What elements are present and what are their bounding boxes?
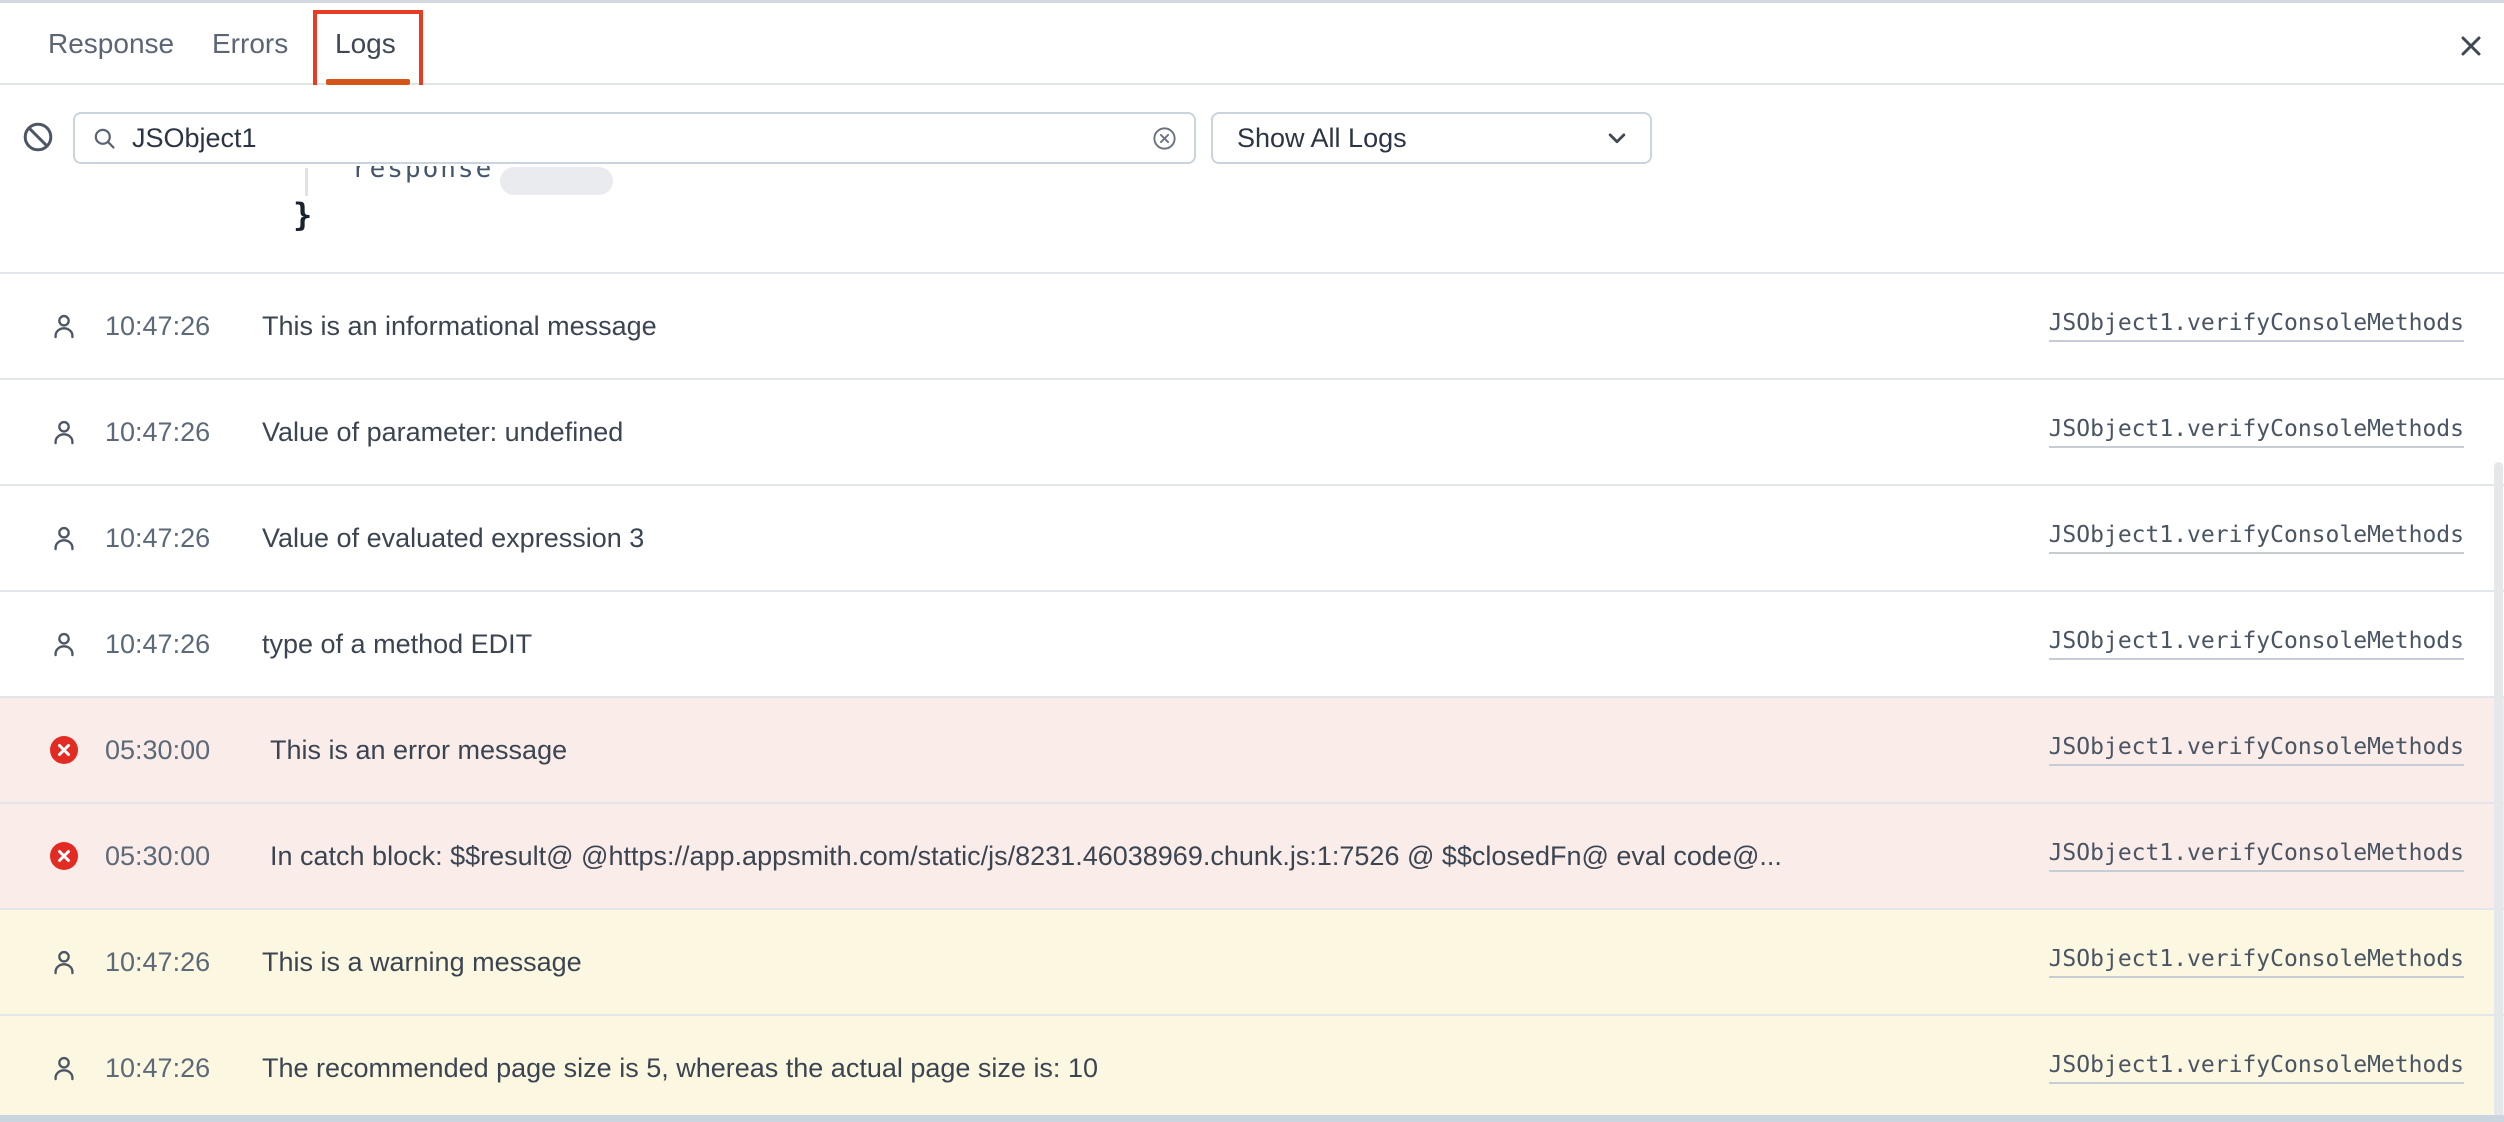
- tab-errors[interactable]: Errors: [212, 3, 288, 85]
- log-filter-selected-value: Show All Logs: [1237, 123, 1602, 154]
- user-source-icon: [50, 630, 78, 658]
- log-row[interactable]: 10:47:26 This is a warning message JSObj…: [0, 908, 2504, 1014]
- log-message: This is an error message: [270, 735, 567, 766]
- error-icon: [50, 842, 78, 870]
- log-timestamp: 10:47:26: [105, 523, 235, 554]
- log-source-link[interactable]: JSObject1.verifyConsoleMethods: [2049, 946, 2464, 978]
- tab-response[interactable]: Response: [48, 3, 174, 85]
- log-message: The recommended page size is 5, whereas …: [262, 1053, 1098, 1084]
- log-message: This is a warning message: [262, 947, 582, 978]
- clear-search-icon[interactable]: [1151, 125, 1178, 152]
- user-source-icon: [50, 948, 78, 976]
- log-message: Value of parameter: undefined: [262, 417, 623, 448]
- log-row[interactable]: 10:47:26 type of a method EDIT JSObject1…: [0, 590, 2504, 696]
- log-source-link[interactable]: JSObject1.verifyConsoleMethods: [2049, 840, 2464, 872]
- log-timestamp: 10:47:26: [105, 311, 235, 342]
- log-filter-dropdown[interactable]: Show All Logs: [1211, 112, 1652, 164]
- error-icon: [50, 736, 78, 764]
- log-message: type of a method EDIT: [262, 629, 532, 660]
- chevron-down-icon: [1602, 123, 1632, 153]
- search-icon: [91, 125, 118, 152]
- search-input[interactable]: [132, 123, 1151, 154]
- tab-logs[interactable]: Logs: [335, 3, 396, 85]
- clear-logs-icon[interactable]: [22, 121, 54, 153]
- user-source-icon: [50, 524, 78, 552]
- log-source-link[interactable]: JSObject1.verifyConsoleMethods: [2049, 310, 2464, 342]
- code-value-pill: [500, 167, 613, 195]
- log-row[interactable]: 05:30:00 This is an error message JSObje…: [0, 696, 2504, 802]
- user-source-icon: [50, 418, 78, 446]
- code-closing-brace: }: [293, 196, 312, 234]
- close-icon[interactable]: [2456, 31, 2486, 61]
- code-preview-clipped: response }: [0, 166, 2504, 272]
- log-timestamp: 05:30:00: [105, 735, 235, 766]
- user-source-icon: [50, 312, 78, 340]
- log-timestamp: 10:47:26: [105, 629, 235, 660]
- log-search-box[interactable]: [73, 112, 1196, 164]
- log-row[interactable]: 05:30:00 In catch block: $$result@ @http…: [0, 802, 2504, 908]
- log-source-link[interactable]: JSObject1.verifyConsoleMethods: [2049, 416, 2464, 448]
- log-timestamp: 10:47:26: [105, 1053, 235, 1084]
- log-timestamp: 05:30:00: [105, 841, 235, 872]
- log-source-link[interactable]: JSObject1.verifyConsoleMethods: [2049, 628, 2464, 660]
- log-row[interactable]: 10:47:26 This is an informational messag…: [0, 272, 2504, 378]
- log-row[interactable]: 10:47:26 Value of parameter: undefined J…: [0, 378, 2504, 484]
- log-source-link[interactable]: JSObject1.verifyConsoleMethods: [2049, 734, 2464, 766]
- log-message: In catch block: $$result@ @https://app.a…: [270, 841, 1782, 872]
- debugger-tabbar: Response Errors Logs: [0, 3, 2504, 85]
- panel-bottom-edge: [0, 1115, 2504, 1122]
- log-message: This is an informational message: [262, 311, 657, 342]
- code-clipped-text: response: [352, 166, 493, 194]
- log-list: 10:47:26 This is an informational messag…: [0, 272, 2504, 1120]
- indent-guide-line: [305, 168, 308, 196]
- user-source-icon: [50, 1054, 78, 1082]
- debugger-panel: Response Errors Logs: [0, 0, 2504, 1122]
- log-timestamp: 10:47:26: [105, 947, 235, 978]
- logs-toolbar: Show All Logs: [0, 85, 2504, 175]
- log-source-link[interactable]: JSObject1.verifyConsoleMethods: [2049, 1052, 2464, 1084]
- log-row[interactable]: 10:47:26 The recommended page size is 5,…: [0, 1014, 2504, 1120]
- log-timestamp: 10:47:26: [105, 417, 235, 448]
- vertical-scrollbar[interactable]: [2494, 462, 2503, 1122]
- log-source-link[interactable]: JSObject1.verifyConsoleMethods: [2049, 522, 2464, 554]
- log-row[interactable]: 10:47:26 Value of evaluated expression 3…: [0, 484, 2504, 590]
- log-message: Value of evaluated expression 3: [262, 523, 644, 554]
